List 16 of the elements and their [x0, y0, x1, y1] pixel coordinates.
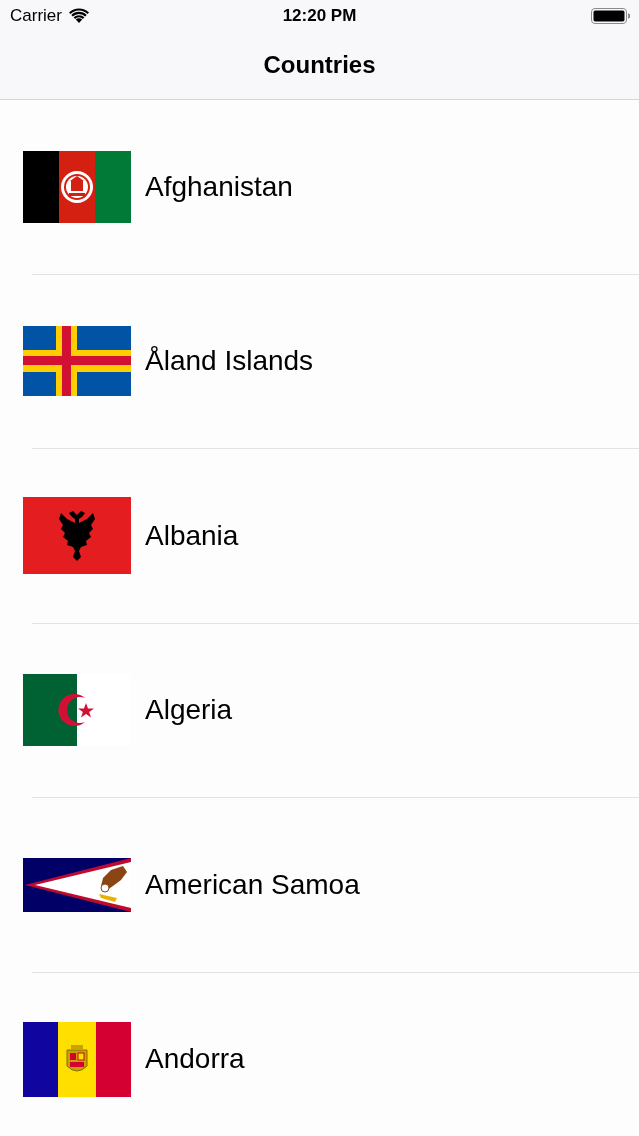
country-name[interactable]: Albania [145, 519, 239, 552]
wifi-icon [68, 7, 89, 23]
country-name[interactable]: Algeria [145, 694, 233, 727]
flag-icon [23, 857, 131, 912]
flag-icon [23, 497, 131, 575]
nav-title: Countries [263, 50, 376, 79]
flag-icon [23, 150, 131, 223]
flag-icon [23, 1021, 131, 1097]
country-name[interactable]: American Samoa [145, 868, 360, 901]
country-name[interactable]: Andorra [145, 1043, 245, 1076]
country-name[interactable]: Afghanistan [145, 170, 293, 203]
carrier-name: Carrier [10, 6, 62, 26]
country-name[interactable]: Åland Islands [145, 345, 314, 378]
battery-icon [591, 8, 630, 24]
flag-icon [23, 326, 131, 397]
status-time: 12:20 PM [282, 6, 357, 26]
